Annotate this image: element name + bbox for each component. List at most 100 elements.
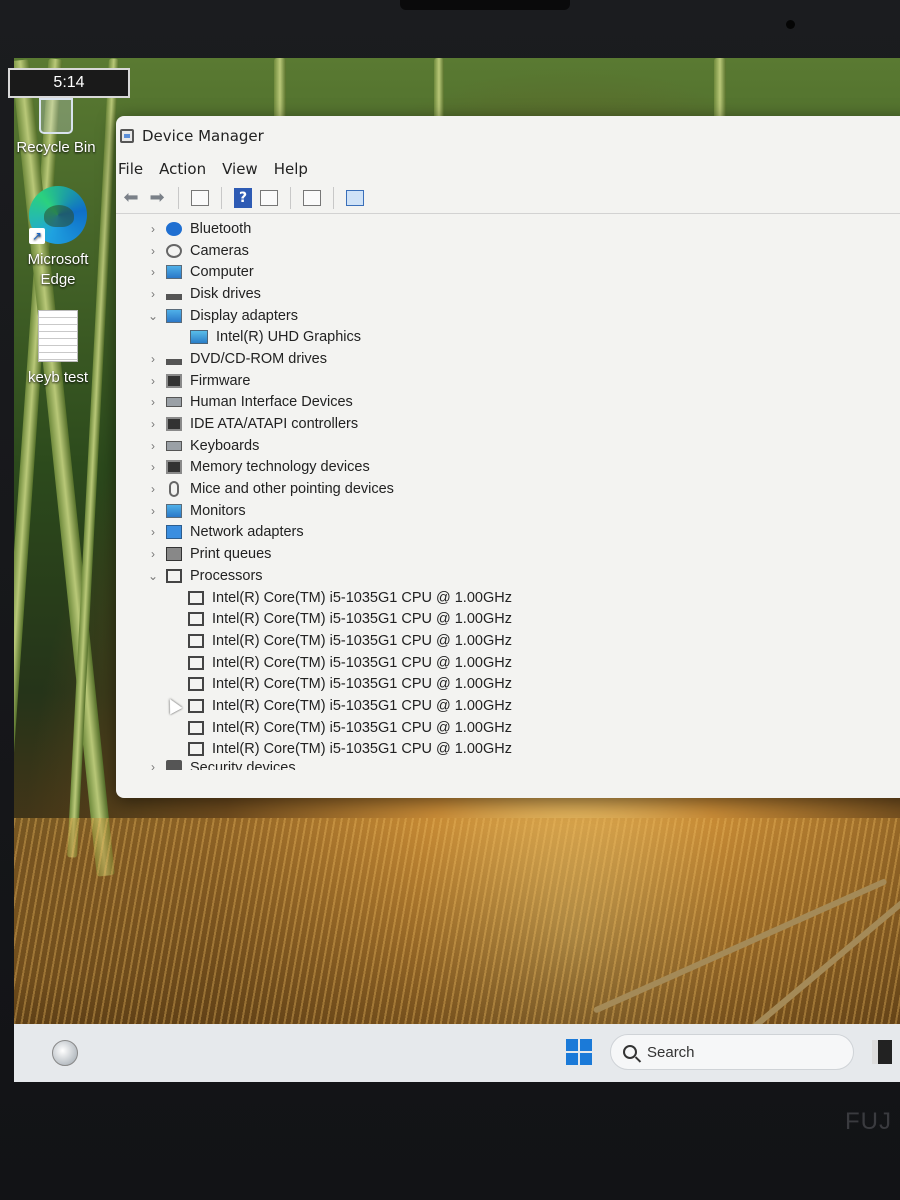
tree-item-print-queues[interactable]: › Print queues [144,543,900,565]
tree-child-cpu[interactable]: Intel(R) Core(TM) i5-1035G1 CPU @ 1.00GH… [144,739,900,761]
desktop-icon-keyb-test[interactable]: keyb test [14,310,106,388]
mouse-icon [169,481,179,498]
chevron-right-icon[interactable]: › [144,439,162,453]
brand-logo: FUJ [845,1108,892,1135]
tree-child-cpu[interactable]: Intel(R) Core(TM) i5-1035G1 CPU @ 1.00GH… [144,630,900,652]
tree-item-security-devices[interactable]: › Security devices [144,760,900,771]
tree-item-label: Intel(R) Core(TM) i5-1035G1 CPU @ 1.00GH… [212,676,512,693]
widgets-icon[interactable] [52,1040,78,1066]
window-titlebar[interactable]: Device Manager [116,116,900,156]
tree-item-mice-and-other-pointing-devices[interactable]: › Mice and other pointing devices [144,478,900,500]
processor-icon [188,590,204,605]
processor-icon [188,633,204,648]
tree-item-dvd-cd-rom-drives[interactable]: › DVD/CD-ROM drives [144,348,900,370]
chevron-right-icon[interactable]: › [144,417,162,431]
chevron-down-icon[interactable]: ⌄ [144,569,162,583]
back-arrow-icon[interactable]: ⬅ [120,187,142,209]
windows-logo-icon [580,1053,592,1065]
tree-item-network-adapters[interactable]: › Network adapters [144,522,900,544]
tree-item-display-adapters[interactable]: ⌄ Display adapters [144,305,900,327]
shortcut-arrow-icon: ↗ [29,228,45,244]
tree-child-cpu[interactable]: Intel(R) Core(TM) i5-1035G1 CPU @ 1.00GH… [144,717,900,739]
start-button[interactable] [566,1039,592,1065]
processor-icon [188,612,204,627]
monitor-icon [166,503,182,518]
toolbar-divider [290,186,291,209]
menu-view[interactable]: View [222,160,268,178]
device-manager-window[interactable]: Device Manager File Action View Help ⬅ ➡… [116,116,900,798]
chevron-right-icon[interactable]: › [144,374,162,388]
chevron-right-icon[interactable]: › [144,352,162,366]
desktop-screen: Recycle Bin ↗ Microsoft Edge keyb test D… [14,58,900,1082]
tree-item-memory-technology-devices[interactable]: › Memory technology devices [144,457,900,479]
desktop-icon-recycle-bin[interactable]: Recycle Bin [14,94,104,158]
device-manager-icon [120,129,134,143]
update-driver-button[interactable] [301,187,323,209]
tree-item-label: IDE ATA/ATAPI controllers [190,416,359,433]
chevron-right-icon[interactable]: › [144,482,162,496]
chevron-right-icon[interactable]: › [144,222,162,236]
security-device-icon [166,760,182,771]
tree-item-label: Processors [190,567,263,584]
tree-item-human-interface-devices[interactable]: › Human Interface Devices [144,392,900,414]
chevron-right-icon[interactable]: › [144,525,162,539]
tree-item-label: Cameras [190,242,249,259]
tree-item-bluetooth[interactable]: › Bluetooth [144,218,900,240]
tree-item-label: Memory technology devices [190,459,370,476]
tree-child-cpu[interactable]: Intel(R) Core(TM) i5-1035G1 CPU @ 1.00GH… [144,587,900,609]
scan-hardware-button[interactable] [344,187,366,209]
forward-arrow-icon[interactable]: ➡ [146,187,168,209]
printer-icon [166,547,182,562]
processor-icon [188,720,204,735]
chevron-right-icon[interactable]: › [144,244,162,258]
tree-child-cpu[interactable]: Intel(R) Core(TM) i5-1035G1 CPU @ 1.00GH… [144,673,900,695]
tree-item-label: Human Interface Devices [190,394,353,411]
menu-action[interactable]: Action [159,160,216,178]
chevron-right-icon[interactable]: › [144,460,162,474]
menu-file[interactable]: File [118,160,153,178]
chevron-right-icon[interactable]: › [144,287,162,301]
tree-item-label: Keyboards [190,437,260,454]
menu-help[interactable]: Help [274,160,318,178]
device-tree: › Bluetooth › Cameras › Computer › Disk driv… [116,214,900,771]
tree-item-keyboards[interactable]: › Keyboards [144,435,900,457]
taskbar-app-icon[interactable] [872,1040,892,1064]
tree-item-label: Intel(R) Core(TM) i5-1035G1 CPU @ 1.00GH… [212,741,512,758]
show-hide-console-tree-button[interactable] [189,187,211,209]
dvd-drive-icon [166,358,182,365]
processor-icon [188,698,204,713]
tree-item-firmware[interactable]: › Firmware [144,370,900,392]
tree-item-processors[interactable]: ⌄ Processors [144,565,900,587]
tree-child-intel-uhd-graphics[interactable]: Intel(R) UHD Graphics [144,326,900,348]
desktop-icon-label: Recycle Bin [16,139,96,156]
chevron-right-icon[interactable]: › [144,760,162,770]
help-button[interactable]: ? [232,187,254,209]
keyboard-icon [166,440,182,451]
display-adapter-icon [166,308,182,323]
tree-item-label: Intel(R) Core(TM) i5-1035G1 CPU @ 1.00GH… [212,632,512,649]
console-tree-icon [191,189,209,206]
processor-icon [188,742,204,757]
tree-child-cpu[interactable]: Intel(R) Core(TM) i5-1035G1 CPU @ 1.00GH… [144,652,900,674]
tree-child-cpu[interactable]: Intel(R) Core(TM) i5-1035G1 CPU @ 1.00GH… [144,695,900,717]
tree-item-disk-drives[interactable]: › Disk drives [144,283,900,305]
chevron-right-icon[interactable]: › [144,395,162,409]
tree-item-label: Security devices [190,760,296,771]
tree-item-ide-ata-atapi-controllers[interactable]: › IDE ATA/ATAPI controllers [144,413,900,435]
properties-button[interactable] [258,187,280,209]
tree-item-monitors[interactable]: › Monitors [144,500,900,522]
chevron-right-icon[interactable]: › [144,504,162,518]
menu-bar: File Action View Help [116,156,900,182]
chevron-right-icon[interactable]: › [144,547,162,561]
taskbar-search[interactable]: Search [610,1034,854,1070]
update-driver-icon [303,189,321,206]
chevron-down-icon[interactable]: ⌄ [144,309,162,323]
desktop-icon-microsoft-edge[interactable]: ↗ Microsoft Edge [14,186,106,290]
chevron-right-icon[interactable]: › [144,265,162,279]
search-label: Search [647,1043,695,1061]
tree-item-cameras[interactable]: › Cameras [144,240,900,262]
tree-child-cpu[interactable]: Intel(R) Core(TM) i5-1035G1 CPU @ 1.00GH… [144,608,900,630]
processor-icon [188,655,204,670]
edge-icon: ↗ [29,186,87,244]
tree-item-computer[interactable]: › Computer [144,261,900,283]
